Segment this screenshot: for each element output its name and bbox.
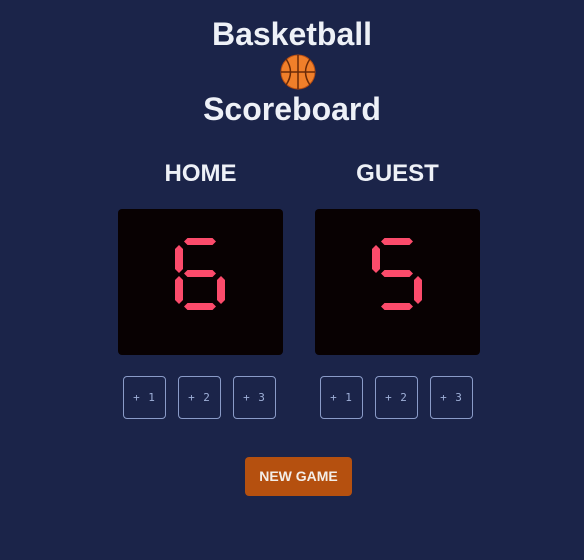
basketball-icon [280, 54, 316, 90]
digit-segment-c [414, 276, 422, 304]
home-label: HOME [164, 160, 237, 187]
digit-segment-e [175, 276, 183, 304]
digit-segment-d [184, 303, 216, 310]
digit-segment-a [184, 238, 216, 245]
digit-segment-d [381, 303, 413, 310]
guest-add-3-button[interactable]: + 3 [430, 376, 473, 419]
new-game-button[interactable]: NEW GAME [245, 457, 352, 496]
digit-segment-f [372, 245, 380, 273]
home-score-digit [175, 238, 225, 310]
scoreboard-page: Basketball Scoreboard HOME GUEST + 1 + 2… [0, 0, 584, 560]
guest-score-digit [372, 238, 422, 310]
page-title-line1: Basketball [211, 16, 373, 52]
guest-add-2-button[interactable]: + 2 [375, 376, 418, 419]
digit-segment-f [175, 245, 183, 273]
digit-segment-g [184, 270, 216, 277]
guest-add-1-button[interactable]: + 1 [320, 376, 363, 419]
digit-segment-g [381, 270, 413, 277]
page-title-line2: Scoreboard [203, 91, 381, 127]
home-add-1-button[interactable]: + 1 [123, 376, 166, 419]
digit-segment-a [381, 238, 413, 245]
digit-segment-c [217, 276, 225, 304]
guest-label: GUEST [356, 160, 439, 187]
home-score-display [118, 209, 283, 355]
guest-score-display [315, 209, 480, 355]
home-add-3-button[interactable]: + 3 [233, 376, 276, 419]
home-add-2-button[interactable]: + 2 [178, 376, 221, 419]
